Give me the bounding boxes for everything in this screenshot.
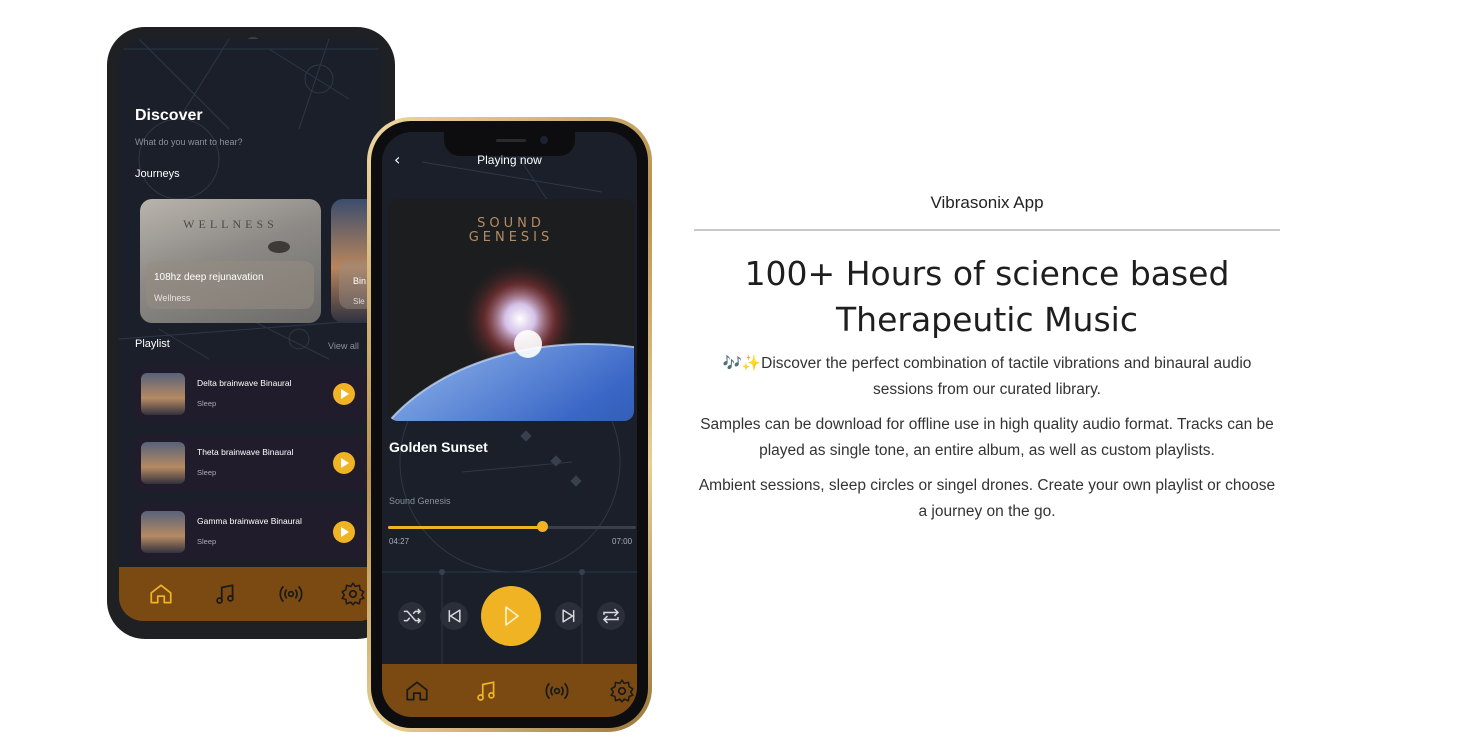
bottom-nav (382, 664, 637, 717)
repeat-icon (602, 608, 620, 624)
description-paragraph: Samples can be download for offline use … (700, 416, 1274, 459)
page-subtitle: What do you want to hear? (135, 137, 243, 147)
total-time: 07:00 (612, 537, 633, 546)
progress-knob[interactable] (537, 521, 548, 532)
description-paragraph: 🎶✨Discover the perfect combination of ta… (722, 355, 1252, 398)
phone-player: ‹ Playing now SOUND GENESIS Golden Sunse… (367, 117, 652, 732)
card-title: Bin (353, 276, 367, 286)
play-button[interactable] (333, 452, 355, 474)
previous-icon (448, 609, 461, 623)
broadcast-icon[interactable] (544, 678, 570, 704)
playlist-thumbnail (141, 511, 185, 553)
playlist-item[interactable]: Delta brainwave Binaural Sleep (133, 366, 373, 422)
music-note-icon[interactable] (212, 581, 238, 607)
play-icon (505, 606, 519, 626)
shuffle-button[interactable] (398, 602, 426, 630)
playlist-item[interactable]: Theta brainwave Binaural Sleep (133, 435, 373, 491)
next-button[interactable] (555, 602, 583, 630)
discover-screen: Discover What do you want to hear? Journ… (119, 39, 383, 621)
playlist-item-title: Theta brainwave Binaural (197, 447, 294, 457)
view-all-link[interactable]: View all (328, 341, 359, 351)
play-pause-button[interactable] (481, 586, 541, 646)
play-button[interactable] (333, 383, 355, 405)
previous-button[interactable] (440, 602, 468, 630)
card-subtitle: Sle (353, 297, 365, 306)
music-note-icon[interactable] (473, 678, 499, 704)
journeys-heading: Journeys (135, 168, 180, 180)
bottom-nav (119, 567, 383, 621)
playlist-item-subtitle: Sleep (197, 468, 217, 477)
playlist-thumbnail (141, 373, 185, 415)
home-icon[interactable] (404, 678, 430, 704)
album-brand-line2: GENESIS (468, 230, 554, 245)
playlist-thumbnail (141, 442, 185, 484)
current-time: 04:27 (389, 537, 410, 546)
track-title: Golden Sunset (389, 439, 488, 455)
broadcast-icon[interactable] (278, 581, 304, 607)
playlist-heading: Playlist (135, 338, 170, 350)
player-title: Playing now (477, 153, 542, 167)
card-brand-logo: WELLNESS (183, 217, 278, 231)
speaker-grille (496, 139, 526, 142)
app-label: Vibrasonix App (930, 193, 1044, 212)
journey-card-wellness[interactable]: WELLNESS 108hz deep rejunavation Wellnes… (140, 199, 321, 323)
divider (694, 229, 1280, 231)
album-brand-line1: SOUND (477, 216, 545, 231)
playlist-item-title: Gamma brainwave Binaural (197, 516, 302, 526)
playlist-item[interactable]: Gamma brainwave Binaural Sleep (133, 504, 373, 560)
card-title: 108hz deep rejunavation (154, 272, 264, 283)
player-screen: ‹ Playing now SOUND GENESIS Golden Sunse… (382, 132, 637, 717)
shuffle-icon (403, 608, 422, 624)
description-paragraph: Ambient sessions, sleep circles or singe… (698, 477, 1276, 520)
card-subtitle: Wellness (154, 293, 191, 303)
playlist-item-subtitle: Sleep (197, 399, 217, 408)
gear-icon[interactable] (609, 678, 635, 704)
home-icon[interactable] (148, 581, 174, 607)
track-artist: Sound Genesis (389, 496, 451, 506)
repeat-button[interactable] (597, 602, 625, 630)
play-button[interactable] (333, 521, 355, 543)
stone-image (268, 241, 290, 253)
playlist-item-subtitle: Sleep (197, 537, 217, 546)
front-camera (540, 136, 548, 144)
page-title: Discover (135, 107, 203, 124)
gear-icon[interactable] (340, 581, 366, 607)
next-icon (562, 609, 575, 623)
phone-discover: Discover What do you want to hear? Journ… (107, 27, 395, 639)
album-art: SOUND GENESIS (388, 199, 634, 421)
phone-bezel: ‹ Playing now SOUND GENESIS Golden Sunse… (371, 121, 648, 728)
album-brand-logo: SOUND GENESIS (388, 217, 634, 245)
headline: 100+ Hours of science based Therapeutic … (744, 254, 1230, 339)
progress-fill (388, 526, 542, 529)
playlist-item-title: Delta brainwave Binaural (197, 378, 292, 388)
